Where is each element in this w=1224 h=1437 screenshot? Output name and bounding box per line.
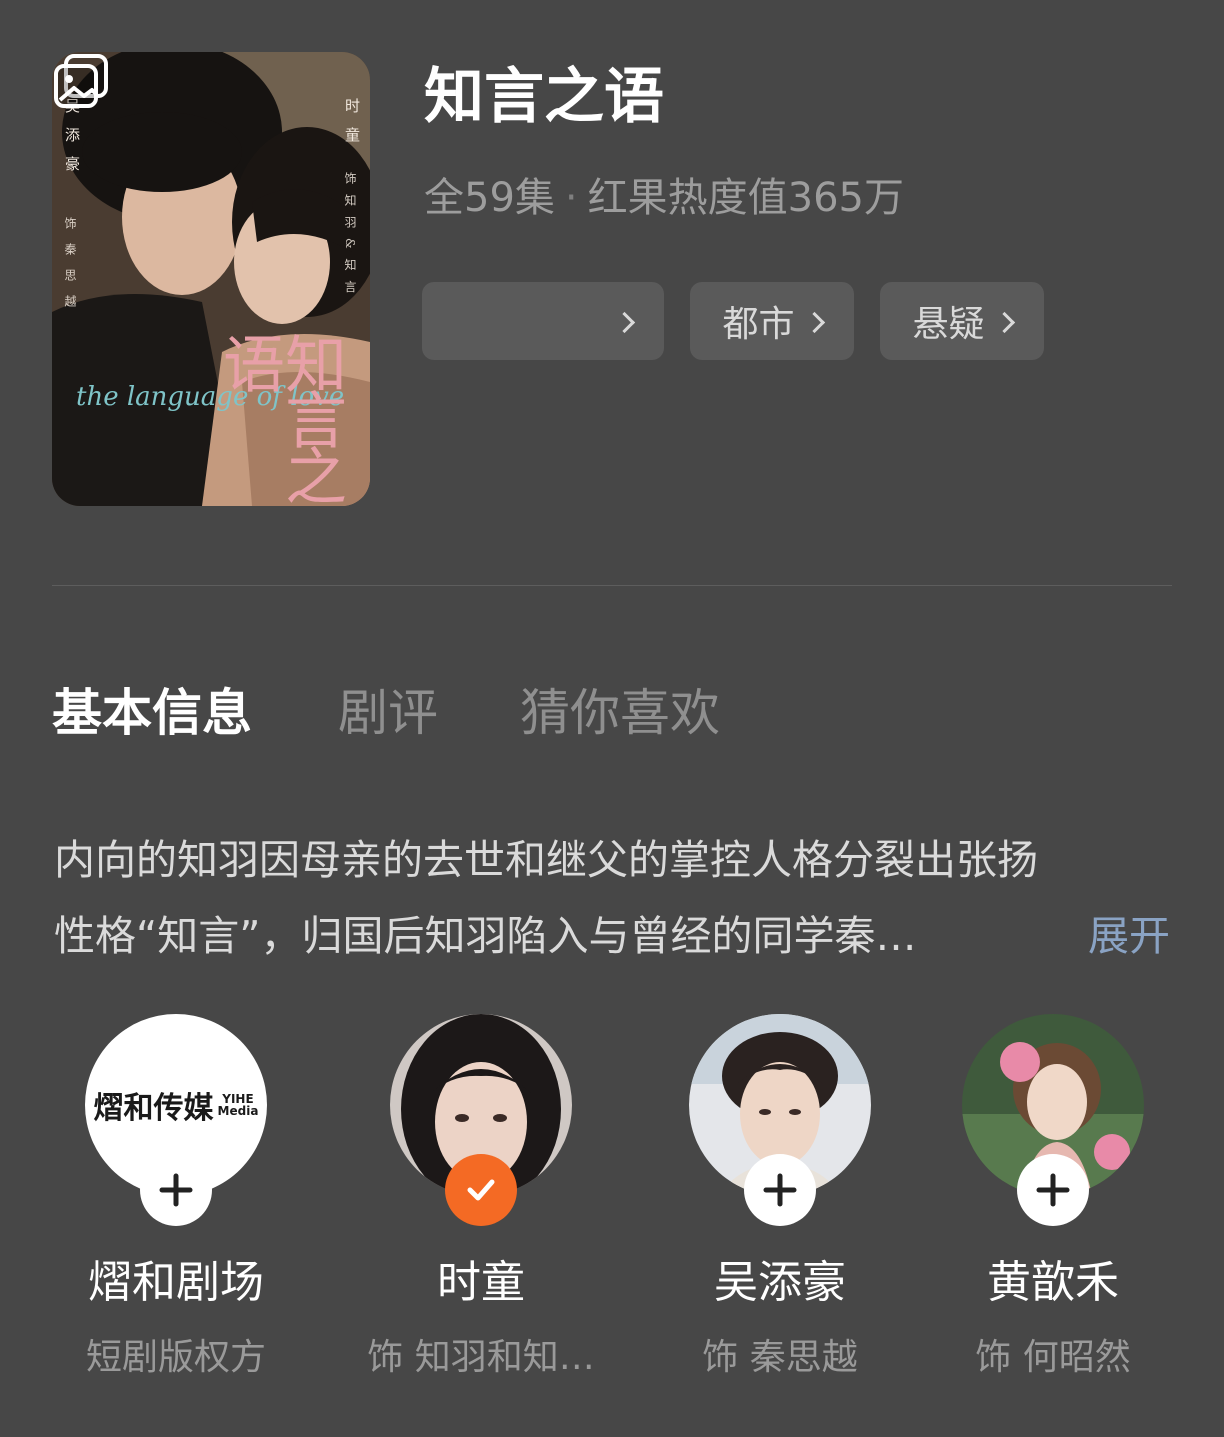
- poster-title-art: 知言之语: [212, 332, 347, 500]
- checkmark-icon: [467, 1179, 495, 1201]
- studio-logo-text: 熠和传媒: [93, 1091, 214, 1126]
- follow-button[interactable]: [1017, 1154, 1089, 1226]
- poster-role-right: 饰知羽&知言: [343, 172, 357, 303]
- section-divider: [52, 585, 1172, 586]
- description-line-1: 内向的知羽因母亲的去世和继父的掌控人格分裂出张扬: [54, 836, 1038, 884]
- poster-role-left: 饰秦思越: [63, 217, 77, 321]
- cast-role: 饰 何昭然: [975, 1337, 1131, 1378]
- plus-icon: [159, 1173, 193, 1207]
- cast-card-wu-tianhao[interactable]: 吴添豪 饰 秦思越: [640, 1014, 920, 1394]
- description-line-2: 性格“知言”，归国后知羽陷入与曾经的同学秦…: [54, 912, 917, 960]
- cast-name: 黄歆禾: [987, 1257, 1119, 1308]
- followed-badge[interactable]: [445, 1154, 517, 1226]
- logo-sub-line-2: Media: [217, 1104, 259, 1118]
- episode-count: 全59集: [424, 175, 555, 221]
- show-meta: 全59集 · 红果热度值365万: [424, 172, 904, 224]
- show-title: 知言之语: [424, 62, 664, 132]
- cast-name: 吴添豪: [714, 1257, 846, 1308]
- expand-link[interactable]: 展开: [1088, 898, 1170, 974]
- plus-icon: [763, 1173, 797, 1207]
- chevron-right-icon: [993, 311, 1015, 333]
- cast-name: 时童: [437, 1257, 525, 1308]
- tag-label: 都市: [722, 304, 795, 345]
- gallery-icon[interactable]: [52, 52, 110, 110]
- cast-card-shi-tong[interactable]: 时童 饰 知羽和知…: [341, 1014, 621, 1394]
- chevron-right-icon: [613, 311, 636, 333]
- tab-basic-info[interactable]: 基本信息: [52, 680, 252, 746]
- tag-chip-blank[interactable]: [422, 282, 664, 360]
- cast-role: 饰 秦思越: [702, 1337, 858, 1378]
- cast-role: 短剧版权方: [85, 1337, 266, 1378]
- tag-chip-urban[interactable]: 都市: [690, 282, 854, 360]
- cast-name: 熠和剧场: [88, 1257, 264, 1308]
- chevron-right-icon: [803, 311, 825, 333]
- heat-value: 红果热度值365万: [587, 175, 904, 221]
- plus-icon: [1036, 1173, 1070, 1207]
- follow-button[interactable]: [140, 1154, 212, 1226]
- cast-card-studio[interactable]: 熠和传媒 YIHE Media 熠和剧场 短剧版权方: [36, 1014, 316, 1394]
- tab-reviews[interactable]: 剧评: [338, 680, 438, 746]
- poster-actor-left: 吴添豪: [63, 98, 81, 185]
- tag-chip-suspense[interactable]: 悬疑: [880, 282, 1044, 360]
- cast-role: 饰 知羽和知…: [367, 1337, 595, 1378]
- tab-recommendations[interactable]: 猜你喜欢: [520, 680, 720, 746]
- poster-actor-right: 时童: [343, 98, 361, 156]
- follow-button[interactable]: [744, 1154, 816, 1226]
- studio-logo-sub: YIHE Media: [218, 1093, 259, 1117]
- show-poster[interactable]: 吴添豪 饰秦思越 时童 饰知羽&知言 the language of love …: [52, 52, 370, 506]
- meta-separator: ·: [564, 175, 578, 221]
- tag-label: 悬疑: [912, 304, 985, 345]
- cast-card-huang-xinhe[interactable]: 黄歆禾 饰 何昭然: [913, 1014, 1193, 1394]
